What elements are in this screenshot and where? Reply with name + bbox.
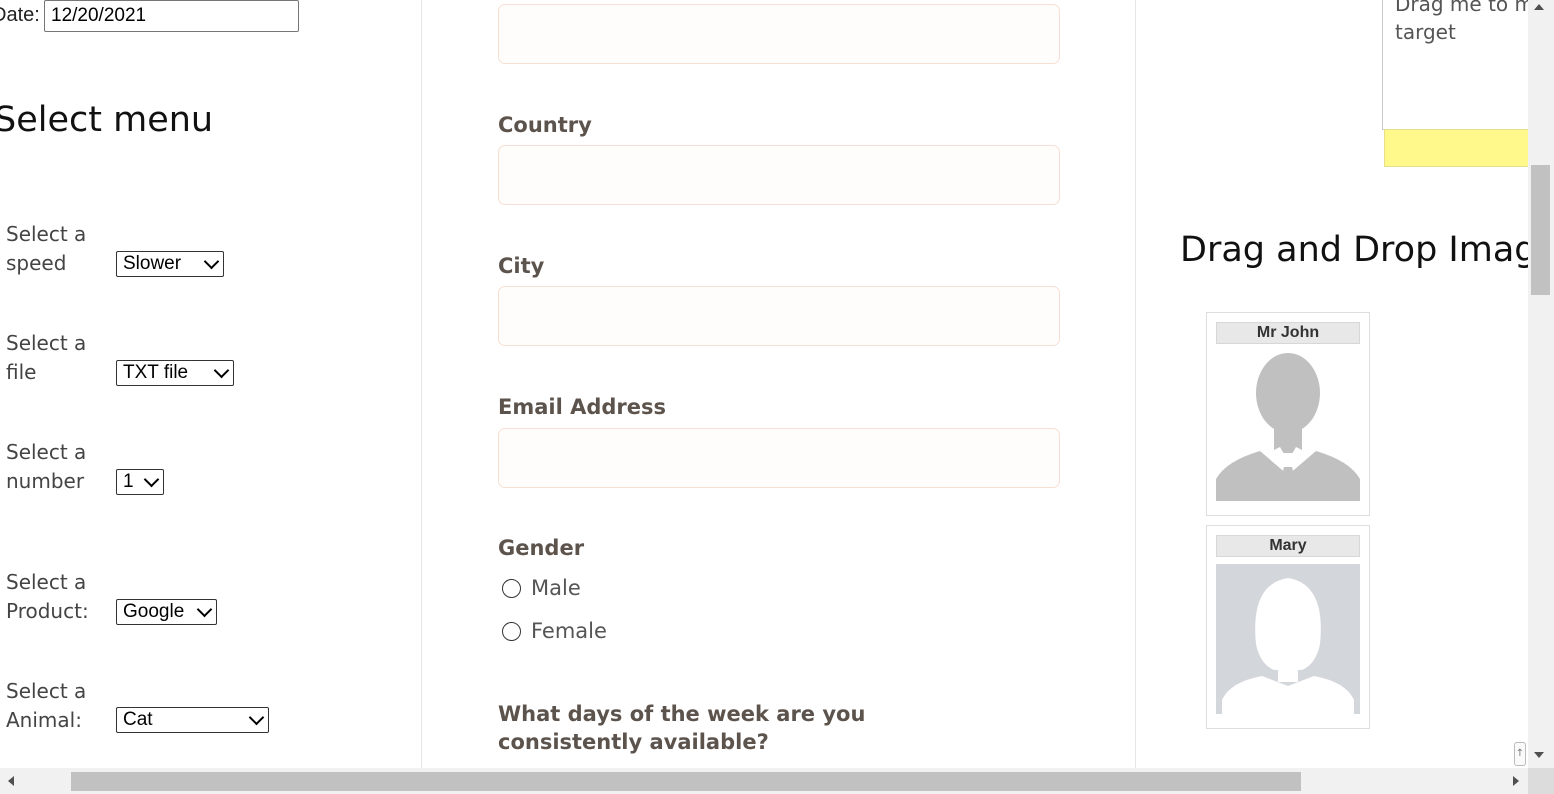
horizontal-scrollbar-thumb[interactable]: [71, 772, 1301, 791]
product-select-label: Select a Product:: [6, 568, 106, 626]
file-label-line1: Select a: [6, 331, 87, 355]
scrollbar-corner: [1528, 768, 1554, 794]
chevron-down-icon: [203, 253, 220, 270]
card-name-mary: Mary: [1216, 535, 1360, 557]
number-select[interactable]: 1: [116, 469, 164, 495]
product-select[interactable]: Google: [116, 599, 217, 625]
vertical-scrollbar-thumb[interactable]: [1531, 165, 1550, 295]
scroll-up-arrow-icon[interactable]: [1534, 4, 1544, 10]
scroll-down-arrow-icon[interactable]: [1534, 752, 1544, 758]
gender-male-option[interactable]: Male: [502, 576, 581, 600]
country-label: Country: [498, 113, 592, 137]
small-scroll-button[interactable]: ↑: [1514, 742, 1526, 766]
date-input[interactable]: [44, 0, 299, 32]
scroll-left-arrow-icon[interactable]: [8, 776, 14, 786]
scroll-right-arrow-icon[interactable]: [1513, 776, 1519, 786]
draggable-box[interactable]: Drag me to my target: [1382, 0, 1528, 130]
vertical-scrollbar[interactable]: [1528, 0, 1554, 768]
card-name-john: Mr John: [1216, 322, 1360, 344]
drag-drop-column: Drag me to my target Drag and Drop Image…: [1136, 0, 1528, 768]
animal-label-line2: Animal:: [6, 708, 82, 732]
file-select[interactable]: TXT file: [116, 360, 234, 386]
top-text-field[interactable]: [498, 4, 1060, 64]
product-label-line2: Product:: [6, 599, 89, 623]
speed-label-line1: Select a: [6, 222, 87, 246]
left-column: Date: Select menu Select a speed Slower …: [0, 0, 421, 768]
city-input[interactable]: [498, 286, 1060, 346]
male-silhouette-icon: [1216, 351, 1360, 501]
availability-question: What days of the week are you consistent…: [498, 702, 866, 754]
chevron-down-icon: [248, 709, 265, 726]
country-input[interactable]: [498, 145, 1060, 205]
product-select-value: Google: [123, 601, 185, 622]
email-label: Email Address: [498, 395, 667, 419]
select-menu-heading: Select menu: [0, 100, 214, 140]
radio-icon[interactable]: [502, 578, 521, 598]
file-select-label: Select a file: [6, 329, 106, 387]
draggable-image-card-john[interactable]: Mr John: [1206, 312, 1370, 516]
female-label: Female: [531, 619, 607, 643]
female-silhouette-icon: [1216, 564, 1360, 714]
chevron-down-icon: [213, 362, 230, 379]
gender-label: Gender: [498, 536, 585, 560]
date-label: Date:: [0, 4, 40, 26]
number-label-line2: number: [6, 469, 85, 493]
speed-select[interactable]: Slower: [116, 251, 224, 277]
file-label-line2: file: [6, 360, 37, 384]
number-select-label: Select a number: [6, 438, 106, 496]
animal-select-value: Cat: [123, 709, 153, 730]
speed-label-line2: speed: [6, 251, 67, 275]
number-label-line1: Select a: [6, 440, 87, 464]
radio-icon[interactable]: [502, 621, 521, 641]
animal-select-label: Select a Animal:: [6, 677, 106, 735]
product-label-line1: Select a: [6, 570, 87, 594]
city-label: City: [498, 254, 545, 278]
speed-select-label: Select a speed: [6, 220, 106, 278]
drag-me-text: Drag me to my target: [1395, 0, 1528, 44]
gender-female-option[interactable]: Female: [502, 619, 607, 643]
draggable-image-card-mary[interactable]: Mary: [1206, 525, 1370, 729]
drag-drop-images-heading: Drag and Drop Images: [1180, 230, 1528, 270]
speed-select-value: Slower: [123, 253, 182, 274]
chevron-down-icon: [196, 601, 213, 618]
chevron-down-icon: [143, 471, 160, 488]
animal-select[interactable]: Cat: [116, 707, 269, 733]
registration-form-column: Country City Email Address Gender Male F…: [421, 0, 1136, 768]
drop-target[interactable]: [1384, 129, 1528, 167]
animal-label-line1: Select a: [6, 679, 87, 703]
email-input[interactable]: [498, 428, 1060, 488]
number-select-value: 1: [123, 471, 134, 492]
file-select-value: TXT file: [123, 362, 189, 383]
male-label: Male: [531, 576, 581, 600]
